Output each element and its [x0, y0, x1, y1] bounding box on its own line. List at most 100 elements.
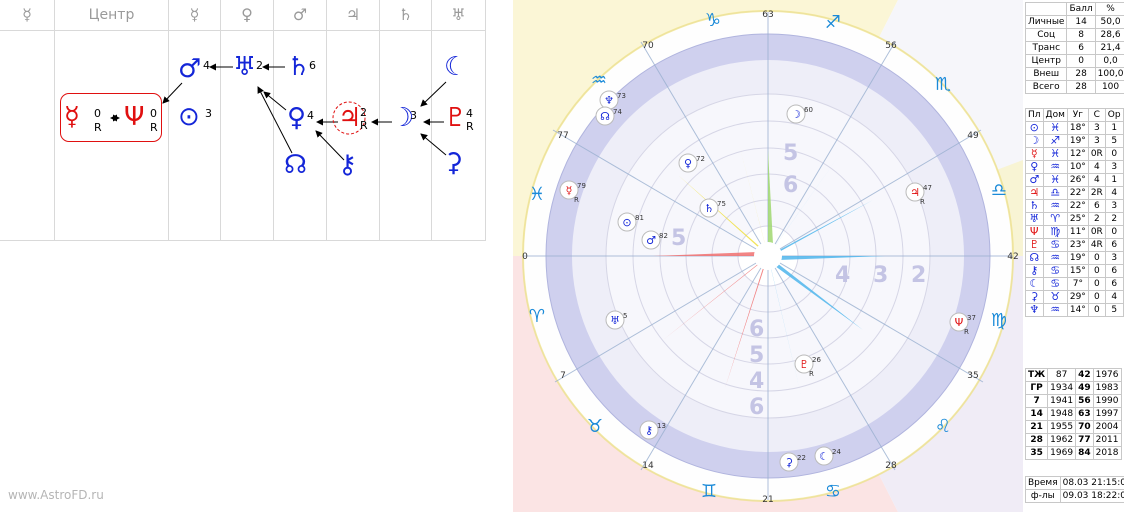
table-row: 14 1948 63 1997 [1024, 407, 1122, 421]
neptune-retro: R [150, 121, 158, 134]
outer-degree-label: 14 [642, 461, 654, 471]
outer-degree-label: 49 [967, 131, 979, 141]
planet-glyph: ☿ [566, 184, 573, 197]
house-number: 5 [671, 226, 686, 251]
pluto-retro: R [466, 120, 474, 133]
leo-icon: ♌ [935, 416, 951, 437]
planet-degree: 37 [967, 314, 976, 322]
sun-node: ⊙ [178, 102, 200, 132]
table-row: ⚷ ♋ 15° 0 6 [1025, 264, 1124, 278]
outer-degree-label: 63 [762, 10, 773, 20]
planet-degree: 13 [657, 422, 666, 430]
table-row: 7 1941 56 1990 [1024, 394, 1122, 408]
uranus-degree: 2 [256, 59, 263, 72]
table-header: Уг [1066, 108, 1089, 122]
outer-degree-label: 56 [885, 41, 897, 51]
gemini-icon: ♊ [701, 481, 717, 502]
mercury-degree: 0 [94, 107, 101, 120]
house-number: 3 [873, 263, 888, 288]
planet-degree: 72 [696, 155, 705, 163]
planet-degree: 73 [617, 92, 626, 100]
planet-retro: R [574, 196, 579, 204]
table-row: ♅ ♈ 25° 2 2 [1025, 212, 1124, 226]
sun-degree: 3 [205, 107, 212, 120]
table-row: ф-лы09.03 18:22:00 [1025, 489, 1124, 503]
planet-glyph: ♅ [610, 314, 620, 327]
scorpio-icon: ♏ [935, 74, 951, 95]
house-number: 6 [749, 395, 764, 420]
outer-degree-label: 7 [560, 371, 566, 381]
cancer-icon: ♋ [825, 481, 841, 502]
planet-glyph: ♇ [799, 358, 809, 371]
table-row: ☿ ♓ 12° 0R 0 [1025, 147, 1124, 161]
saturn-node: ♄ [287, 52, 311, 82]
planet-retro: R [920, 198, 925, 206]
table-row: ♃ ♎ 22° 2R 4 [1025, 186, 1124, 200]
table-header: Пл [1025, 108, 1044, 122]
planet-glyph: ☾ [819, 450, 829, 463]
table-row: Транс 6 21,4 [1024, 41, 1124, 55]
saturn-degree: 6 [309, 59, 316, 72]
moon-degree: 3 [410, 109, 417, 122]
outer-degree-label: 70 [642, 41, 654, 51]
mercury-retro: R [94, 121, 102, 134]
capricorn-icon: ♑ [705, 10, 721, 31]
ceres-node: ⚳ [444, 148, 464, 178]
table-row: ♂ ♓ 26° 4 1 [1025, 173, 1124, 187]
table-row: ☽ ♐ 19° 3 5 [1025, 134, 1124, 148]
house-number: 4 [749, 369, 764, 394]
table-header: ТЖ [1024, 368, 1049, 382]
table-header [1024, 2, 1068, 16]
pluto-degree: 4 [466, 107, 473, 120]
table-row: ☊ ♒ 19° 0 3 [1025, 251, 1124, 265]
planet-glyph: ☽ [791, 108, 801, 121]
jupiter-retro: R [360, 119, 368, 132]
sagittarius-icon: ♐ [825, 12, 841, 33]
planet-degree: 81 [635, 214, 644, 222]
pluto-node: ♇ [444, 103, 468, 133]
house-number: 6 [783, 173, 798, 198]
outer-degree-label: 0 [522, 252, 528, 262]
table-header: Балл [1066, 2, 1096, 16]
years-table: ТЖ 87 42 1976 ГР 1934 49 1983 7 1941 56 1990 14 1… [1024, 368, 1122, 460]
venus-node: ♀ [287, 103, 307, 133]
house-number: 5 [783, 141, 798, 166]
table-row: Всего 28 100 [1024, 80, 1124, 94]
table-row: ♄ ♒ 22° 6 3 [1025, 199, 1124, 213]
aquarius-icon: ♒ [591, 70, 607, 91]
planet-glyph: ♆ [604, 94, 614, 107]
planets-table: Пл Дом Уг С Ор ⊙ ♓ 18° 3 1 ☽ ♐ 19° 3 5 ☿ ♓ 12° 0R 0 ♀ ♒ 1… [1025, 108, 1124, 317]
table-header: 1976 [1092, 368, 1122, 382]
table-row: ♇ ♋ 23° 4R 6 [1025, 238, 1124, 252]
table-row: Ψ ♍ 11° 0R 0 [1025, 225, 1124, 239]
summary-table: Балл% Личные 14 50,0 Соц 8 28,6 Транс 6 21,4 Ц… [1024, 2, 1124, 94]
neptune-degree: 0 [150, 107, 157, 120]
table-row: 35 1969 84 2018 [1024, 446, 1122, 460]
table-header: 87 [1047, 368, 1077, 382]
planet-degree: 5 [623, 312, 627, 320]
outer-degree-label: 21 [762, 495, 773, 505]
table-row: ⊙ ♓ 18° 3 1 [1025, 121, 1124, 135]
table-row: ☾ ♋ 7° 0 6 [1025, 277, 1124, 291]
planet-glyph: ☊ [600, 110, 610, 123]
outer-degree-label: 77 [557, 131, 568, 141]
lilith-node: ☾ [444, 52, 468, 82]
house-number: 2 [911, 263, 926, 288]
natal-wheel: 5 6 5 4 3 2 6 5 4 6 63 56 49 42 35 28 21… [513, 0, 1023, 512]
jupiter-degree: 2 [360, 106, 367, 119]
table-row: Центр 0 0,0 [1024, 54, 1124, 68]
table-row: Время08.03 21:15:00 [1025, 476, 1124, 490]
table-header: % [1094, 2, 1124, 16]
house-number: 5 [749, 343, 764, 368]
node-node: ☊ [284, 150, 308, 180]
virgo-icon: ♍ [991, 310, 1007, 331]
planet-glyph: ♄ [704, 202, 714, 215]
planet-retro: R [809, 370, 814, 378]
table-header: С [1087, 108, 1106, 122]
mars-node: ♂ [178, 54, 202, 84]
table-row: Внеш 28 100,0 [1024, 67, 1124, 81]
mars-degree: 4 [203, 59, 210, 72]
planet-degree: 47 [923, 184, 932, 192]
table-row: ♀ ♒ 10° 4 3 [1025, 160, 1124, 174]
table-row: ⚳ ♉ 29° 0 4 [1025, 290, 1124, 304]
